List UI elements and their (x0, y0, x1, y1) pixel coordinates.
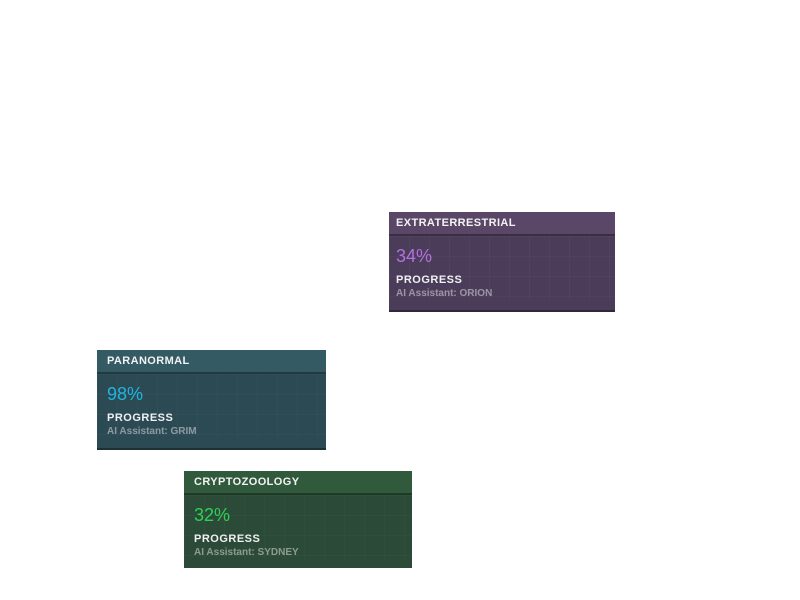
ai-assistant-label: AI Assistant: SYDNEY (194, 547, 299, 558)
card-title: PARANORMAL (97, 350, 326, 374)
card-extraterrestrial[interactable]: EXTRATERRESTRIAL 34% PROGRESS AI Assista… (389, 212, 615, 312)
progress-label: PROGRESS (107, 412, 174, 424)
progress-percent: 32% (194, 505, 231, 525)
progress-percent: 98% (107, 384, 144, 404)
ai-assistant-label: AI Assistant: GRIM (107, 426, 197, 437)
card-body: 98% PROGRESS AI Assistant: GRIM (97, 374, 326, 438)
ai-assistant-label: AI Assistant: ORION (396, 288, 493, 299)
card-body: 32% PROGRESS AI Assistant: SYDNEY (184, 495, 412, 559)
card-paranormal[interactable]: PARANORMAL 98% PROGRESS AI Assistant: GR… (97, 350, 326, 450)
progress-percent: 34% (396, 246, 433, 266)
card-title: EXTRATERRESTRIAL (389, 212, 615, 236)
card-body: 34% PROGRESS AI Assistant: ORION (389, 236, 615, 300)
card-cryptozoology[interactable]: CRYPTOZOOLOGY 32% PROGRESS AI Assistant:… (184, 471, 412, 568)
progress-label: PROGRESS (396, 274, 463, 286)
card-title: CRYPTOZOOLOGY (184, 471, 412, 495)
progress-label: PROGRESS (194, 533, 261, 545)
